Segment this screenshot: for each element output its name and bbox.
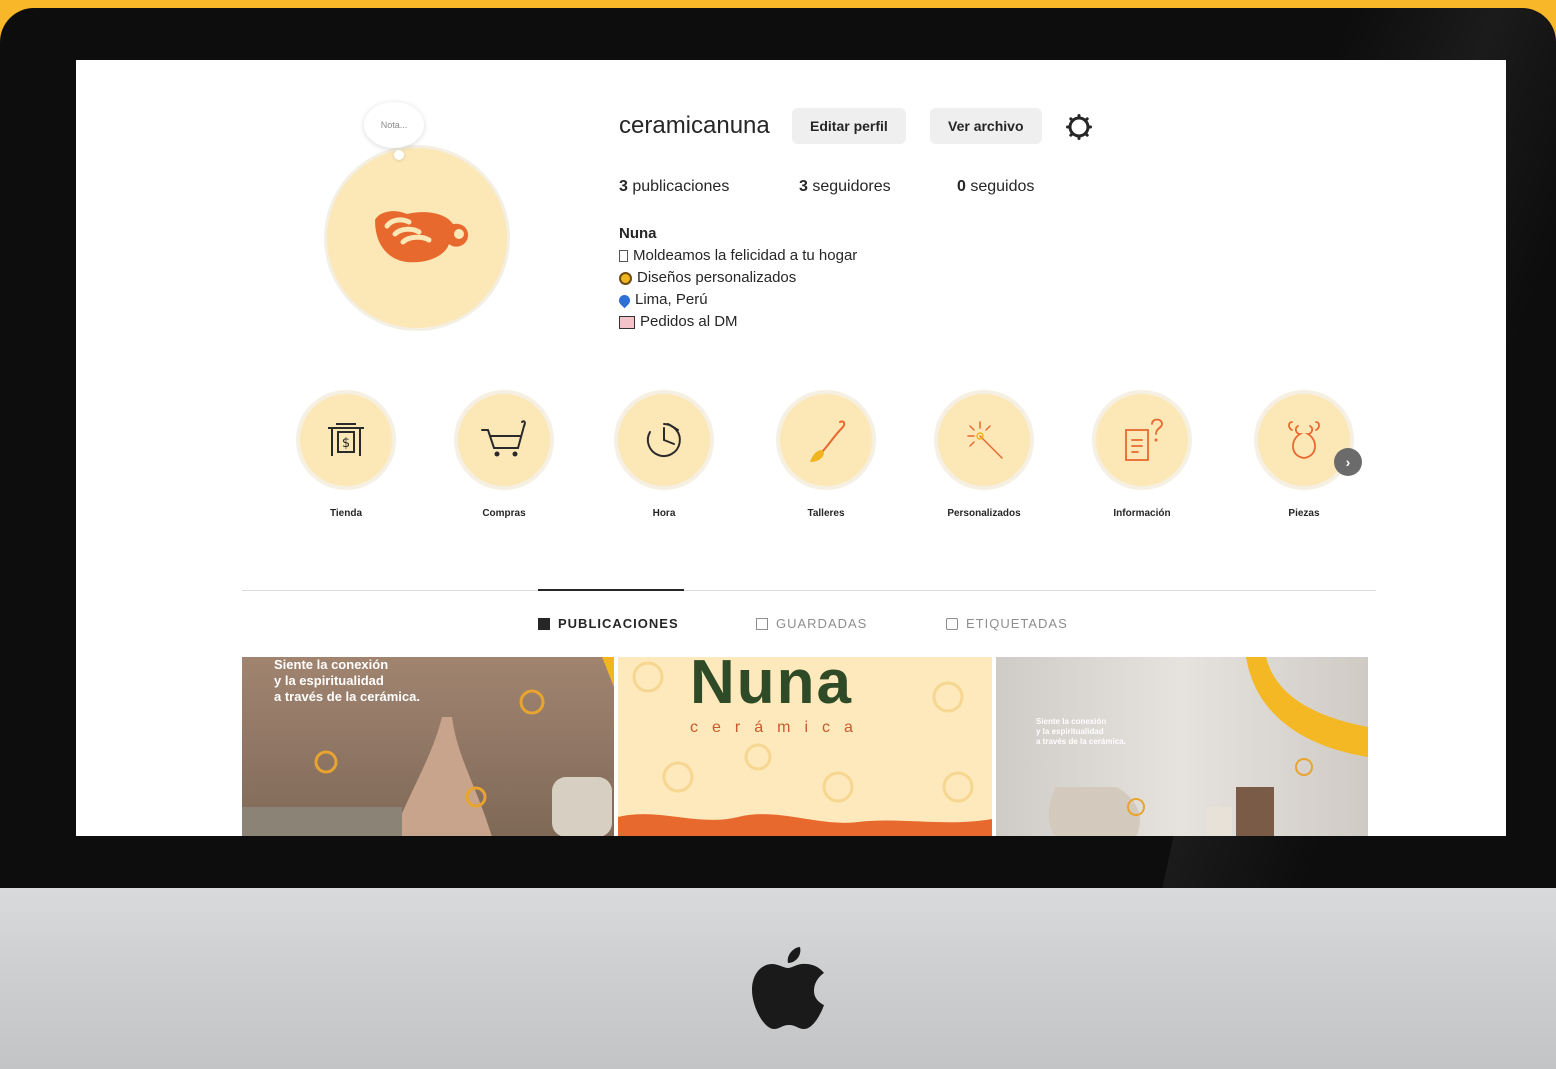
profile-avatar[interactable] [324,145,510,331]
highlight-label: Hora [652,508,676,519]
post-caption: Siente la conexión y la espiritualidad a… [1036,717,1126,746]
profile-bio: Nuna Moldeamos la felicidad a tu hogar D… [616,223,857,333]
vase-icon [1288,421,1320,459]
apple-logo-icon [752,947,824,1029]
highlight-hora[interactable]: Hora [604,390,724,519]
yellow-flower-icon [619,271,632,285]
highlights-next-button[interactable]: › [1334,448,1362,476]
document-question-icon [1125,418,1163,461]
placeholder-glyph-icon [619,250,628,262]
post-brand-title: Nuna [690,657,853,717]
post-thumbnail[interactable]: Siente la conexión y la espiritualidad a… [996,657,1368,836]
highlight-personalizados[interactable]: Personalizados [924,390,1044,519]
highlight-circle: $ [296,390,396,490]
envelope-icon [619,315,635,329]
ceramic-vases-photo [242,657,614,836]
posts-count: 3 publicaciones [619,178,730,195]
note-bubble-tail [394,150,404,160]
post-brand-subtitle: cerámica [690,719,867,736]
view-archive-button[interactable]: Ver archivo [930,108,1042,144]
highlight-circle [776,390,876,490]
grid-icon [538,617,550,630]
imac-monitor: Nota... ceramicanuna Editar perfil Ver a… [0,8,1556,1069]
bookmark-icon [756,617,768,630]
settings-gear-icon[interactable] [1066,114,1092,140]
bio-line: Pedidos al DM [619,311,857,333]
tabs-divider [242,590,1376,591]
highlight-talleres[interactable]: Talleres [766,390,886,519]
tab-publicaciones[interactable]: PUBLICACIONES [538,616,679,631]
bio-line: Moldeamos la felicidad a tu hogar [619,245,857,267]
highlight-circle [614,390,714,490]
instagram-profile-screen: Nota... ceramicanuna Editar perfil Ver a… [76,60,1506,836]
highlight-label: Información [1113,508,1171,519]
highlight-label: Personalizados [947,508,1021,519]
tab-etiquetadas[interactable]: ETIQUETADAS [946,616,1068,631]
tag-user-icon [946,617,958,630]
edit-profile-button[interactable]: Editar perfil [792,108,906,144]
tab-guardadas[interactable]: GUARDADAS [756,616,867,631]
highlight-tienda[interactable]: $ Tienda [286,390,406,519]
store-icon: $ [328,423,364,456]
active-tab-indicator [538,589,684,591]
post-thumbnail[interactable]: Nuna cerámica [618,657,992,836]
highlight-circle [1092,390,1192,490]
highlight-circle [934,390,1034,490]
bio-line: Diseños personalizados [619,267,857,289]
highlight-label: Talleres [807,508,845,519]
followers-count[interactable]: 3 seguidores [799,178,891,196]
note-bubble[interactable]: Nota... [364,102,424,148]
brush-icon [810,420,846,462]
highlight-compras[interactable]: Compras [444,390,564,519]
highlight-circle [454,390,554,490]
highlight-circle [1254,390,1354,490]
monitor-chin [0,888,1556,1069]
username: ceramicanuna [619,112,770,139]
cup-logo-icon [375,211,469,263]
clock-icon [646,423,681,457]
highlight-label: Piezas [1288,508,1320,519]
post-thumbnail[interactable]: Siente la conexión y la espiritualidad a… [242,657,614,836]
bio-name: Nuna [619,225,657,242]
following-count[interactable]: 0 seguidos [957,178,1034,196]
svg-text:$: $ [342,436,350,451]
highlight-informacion[interactable]: Información [1082,390,1202,519]
highlight-label: Compras [482,508,526,519]
magic-wand-icon [967,421,1003,459]
bio-line: Lima, Perú [616,289,857,311]
cart-icon [481,420,526,457]
location-pin-icon [616,292,633,308]
highlight-label: Tienda [329,508,363,519]
